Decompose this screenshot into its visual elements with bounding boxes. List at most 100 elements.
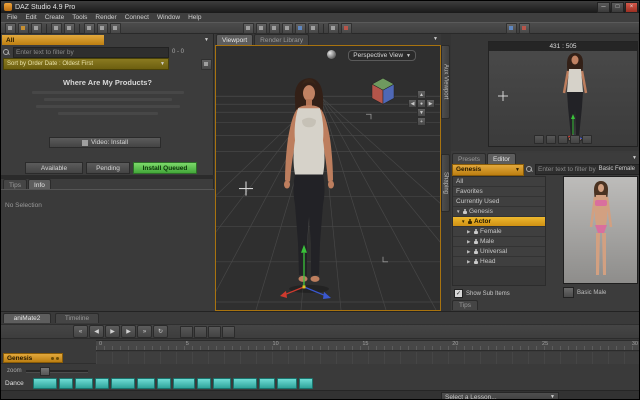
- anim-clip-block[interactable]: [137, 377, 155, 389]
- tree-node-female[interactable]: ▶ Female: [453, 227, 545, 237]
- anim-clip-track[interactable]: [33, 377, 313, 389]
- list-item-all[interactable]: All: [453, 177, 545, 187]
- copy-icon[interactable]: [97, 22, 108, 34]
- animate-settings-icon[interactable]: [208, 325, 221, 338]
- aux-reset-icon[interactable]: [582, 135, 592, 144]
- menu-create[interactable]: Create: [41, 14, 69, 21]
- track-lane[interactable]: [96, 352, 639, 364]
- tab-all[interactable]: All: [2, 35, 104, 45]
- collapse-icon[interactable]: ▶: [467, 259, 472, 265]
- loop-icon[interactable]: ↻: [153, 325, 168, 338]
- undo-icon[interactable]: [51, 22, 62, 34]
- menu-window[interactable]: Window: [153, 14, 184, 21]
- anim-clip-block[interactable]: [157, 377, 171, 389]
- menu-edit[interactable]: Edit: [21, 14, 40, 21]
- tab-viewport[interactable]: Viewport: [216, 34, 254, 45]
- node-selection-tool-icon[interactable]: [243, 22, 254, 34]
- orbit-right-icon[interactable]: ▶: [426, 99, 435, 108]
- anim-clip-block[interactable]: [277, 377, 297, 389]
- pane-menu-icon[interactable]: ▼: [204, 37, 209, 43]
- tree-node-genesis[interactable]: ▼ Genesis: [453, 207, 545, 217]
- menu-help[interactable]: Help: [184, 14, 205, 21]
- step-forward-icon[interactable]: ▶: [121, 325, 136, 338]
- thumb-basic-female[interactable]: [563, 176, 638, 284]
- sort-dropdown[interactable]: Sort by Order Date : Oldest First ▼: [3, 58, 169, 70]
- anim-clip-block[interactable]: [75, 377, 93, 389]
- timeline-ruler[interactable]: 0 5 10 15 20 25 30: [96, 340, 639, 351]
- paste-icon[interactable]: [110, 22, 121, 34]
- camera-icon[interactable]: [328, 22, 339, 34]
- thumb-basic-male-row[interactable]: Basic Male: [563, 287, 606, 298]
- expand-icon[interactable]: ▼: [461, 219, 466, 224]
- anim-clip-block[interactable]: [259, 377, 275, 389]
- shaping-pane-menu-icon[interactable]: ▼: [632, 155, 637, 161]
- render-icon[interactable]: [341, 22, 352, 34]
- anim-clip-block[interactable]: [95, 377, 109, 389]
- aux-pan-icon[interactable]: [546, 135, 556, 144]
- video-install-button[interactable]: Video: Install: [49, 137, 161, 148]
- viewport-3d[interactable]: Perspective View ▼ ▲ ◀ ● ▶ ▼ +: [215, 45, 441, 311]
- anim-clip-block[interactable]: [33, 377, 57, 389]
- anim-clip-block[interactable]: [173, 377, 195, 389]
- add-keyframe-icon[interactable]: [180, 325, 193, 338]
- viewport-pane-menu-icon[interactable]: ▼: [433, 36, 438, 42]
- collapse-icon[interactable]: ▶: [467, 229, 472, 235]
- universal-tool-icon[interactable]: [295, 22, 306, 34]
- tab-tips-bottom[interactable]: Tips: [452, 300, 478, 310]
- track-mute-icon[interactable]: [51, 356, 54, 360]
- tab-editor[interactable]: Editor: [487, 153, 517, 164]
- drawstyle-sphere-icon[interactable]: [327, 50, 336, 59]
- tree-node-actor[interactable]: ▼ Actor: [453, 217, 545, 227]
- close-button[interactable]: ×: [625, 1, 638, 13]
- save-file-icon[interactable]: [31, 22, 42, 34]
- collapse-icon[interactable]: ▶: [467, 239, 472, 245]
- skip-to-start-icon[interactable]: «: [73, 325, 88, 338]
- tab-render-library[interactable]: Render Library: [254, 34, 310, 45]
- minimize-button[interactable]: ─: [597, 1, 610, 13]
- anim-clip-block[interactable]: [299, 377, 313, 389]
- tree-node-head[interactable]: ▶ Head: [453, 257, 545, 267]
- connect-status-icon[interactable]: [506, 22, 517, 34]
- track-genesis[interactable]: Genesis: [3, 353, 63, 363]
- anim-clip-block[interactable]: [59, 377, 73, 389]
- new-scene-icon[interactable]: [5, 22, 16, 34]
- expand-icon[interactable]: ▼: [456, 209, 461, 214]
- collapse-icon[interactable]: ▶: [467, 249, 472, 255]
- delete-keyframe-icon[interactable]: [194, 325, 207, 338]
- anim-clip-block[interactable]: [213, 377, 231, 389]
- view-options-icon[interactable]: [201, 58, 212, 70]
- aux-frame-icon[interactable]: [570, 135, 580, 144]
- tab-animate2[interactable]: aniMate2: [3, 313, 51, 323]
- orbit-down-icon[interactable]: ▼: [417, 108, 426, 117]
- side-tab-aux-viewport[interactable]: Aux Viewport: [441, 45, 450, 119]
- content-search-input[interactable]: [13, 46, 169, 58]
- aux-dolly-icon[interactable]: [558, 135, 568, 144]
- anim-clip-block[interactable]: [233, 377, 257, 389]
- tree-node-male[interactable]: ▶ Male: [453, 237, 545, 247]
- play-icon[interactable]: ▶: [105, 325, 120, 338]
- translate-tool-icon[interactable]: [269, 22, 280, 34]
- track-lock-icon[interactable]: [56, 356, 59, 360]
- camera-view-dropdown[interactable]: Perspective View ▼: [348, 50, 416, 61]
- show-sub-items-checkbox[interactable]: ✓: [454, 289, 463, 298]
- zoom-tool-icon[interactable]: +: [417, 117, 426, 126]
- list-item-favorites[interactable]: Favorites: [453, 187, 545, 197]
- help-icon[interactable]: [519, 22, 530, 34]
- menu-tools[interactable]: Tools: [68, 14, 91, 21]
- rotate-tool-icon[interactable]: [256, 22, 267, 34]
- tab-install-queued[interactable]: Install Queued: [133, 162, 197, 174]
- zoom-slider-handle[interactable]: [39, 367, 50, 376]
- tree-node-universal[interactable]: ▶ Universal: [453, 247, 545, 257]
- tab-timeline[interactable]: Timeline: [55, 313, 99, 323]
- zoom-slider[interactable]: [25, 367, 88, 376]
- open-file-icon[interactable]: [18, 22, 29, 34]
- skip-to-end-icon[interactable]: »: [137, 325, 152, 338]
- anim-clip-block[interactable]: [197, 377, 211, 389]
- scale-tool-icon[interactable]: [282, 22, 293, 34]
- animate-options-icon[interactable]: [222, 325, 235, 338]
- orbit-up-icon[interactable]: ▲: [417, 90, 426, 99]
- aux-orbit-icon[interactable]: [534, 135, 544, 144]
- figure-dropdown[interactable]: Genesis ▼: [452, 163, 524, 176]
- step-back-icon[interactable]: ◀: [89, 325, 104, 338]
- menu-render[interactable]: Render: [91, 14, 120, 21]
